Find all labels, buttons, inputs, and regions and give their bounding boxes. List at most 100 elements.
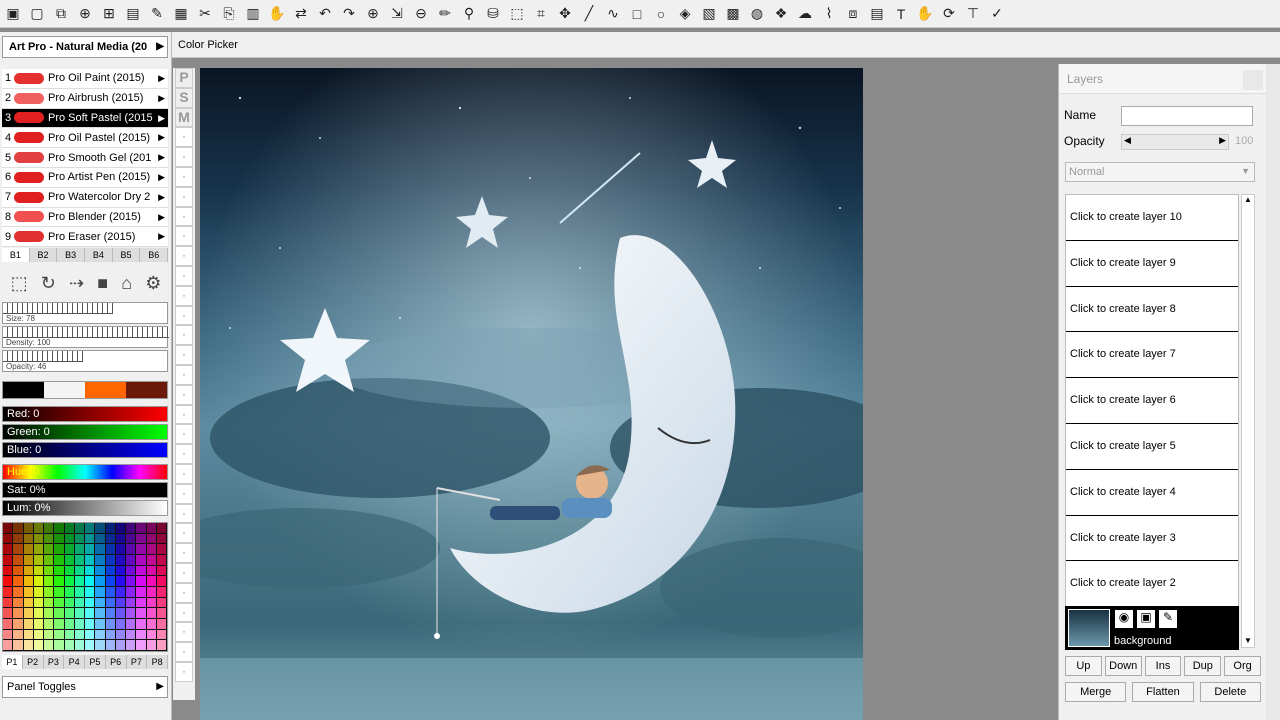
brush-preset-item[interactable]: 7 Pro Watercolor Dry 2 ▶ bbox=[2, 187, 168, 208]
palette-cell[interactable] bbox=[74, 608, 85, 619]
clipboard-icon[interactable]: ▥ bbox=[242, 3, 264, 25]
hand-icon[interactable]: ✋ bbox=[914, 3, 936, 25]
palette-cell[interactable] bbox=[64, 640, 75, 651]
layers-icon[interactable]: ▤ bbox=[866, 3, 888, 25]
palette-cell[interactable] bbox=[156, 523, 167, 534]
fill-icon[interactable]: ◈ bbox=[674, 3, 696, 25]
gradient-icon[interactable]: ▧ bbox=[698, 3, 720, 25]
palette-cell[interactable] bbox=[74, 587, 85, 598]
green-bar[interactable]: Green: 0 bbox=[2, 424, 168, 440]
warp-icon[interactable]: ⌇ bbox=[818, 3, 840, 25]
create-layer-item[interactable]: Click to create layer 6 bbox=[1066, 378, 1238, 424]
color-swatch[interactable] bbox=[126, 382, 167, 398]
palette-cell[interactable] bbox=[115, 544, 126, 555]
panel-toggles-button[interactable]: Panel Toggles ▶ bbox=[2, 676, 168, 698]
palette-cell[interactable] bbox=[44, 587, 55, 598]
crop-icon[interactable]: ⌗ bbox=[530, 3, 552, 25]
rotate-icon[interactable]: ⟳ bbox=[938, 3, 960, 25]
palette-cell[interactable] bbox=[105, 619, 116, 630]
palette-cell[interactable] bbox=[105, 565, 116, 577]
size-slider[interactable]: Size: 78 bbox=[2, 302, 168, 324]
brush-option-button[interactable]: · bbox=[175, 642, 193, 662]
palette-cell[interactable] bbox=[126, 619, 137, 630]
palette-cell[interactable] bbox=[105, 587, 116, 598]
palette-cell[interactable] bbox=[44, 523, 55, 534]
palette-cell[interactable] bbox=[13, 544, 24, 555]
palette-cell[interactable] bbox=[3, 544, 14, 555]
brush-option-button[interactable]: · bbox=[175, 523, 193, 544]
palette-cell[interactable] bbox=[115, 608, 126, 619]
palette-cell[interactable] bbox=[33, 555, 44, 566]
palette-cell[interactable] bbox=[74, 544, 85, 555]
palette-cell[interactable] bbox=[13, 523, 24, 534]
color-swatch[interactable] bbox=[85, 382, 126, 398]
lock-icon[interactable]: ⌂ bbox=[121, 273, 132, 294]
palette-cell[interactable] bbox=[33, 576, 44, 587]
palette-cell[interactable] bbox=[115, 576, 126, 587]
palette-cell[interactable] bbox=[126, 533, 137, 545]
hue-bar[interactable]: Hue: 0 bbox=[2, 464, 168, 480]
palette-tab[interactable]: P4 bbox=[64, 655, 85, 669]
zoom-out-icon[interactable]: ⊖ bbox=[410, 3, 432, 25]
brush-mode-letter[interactable]: P bbox=[175, 68, 193, 88]
palette-cell[interactable] bbox=[23, 576, 34, 587]
palette-cell[interactable] bbox=[95, 608, 106, 619]
settings-icon[interactable]: ✓ bbox=[986, 3, 1008, 25]
pattern-icon[interactable]: ❖ bbox=[770, 3, 792, 25]
palette-cell[interactable] bbox=[156, 597, 167, 609]
palette-cell[interactable] bbox=[33, 640, 44, 651]
zoom-in-icon[interactable]: ⊕ bbox=[362, 3, 384, 25]
palette-cell[interactable] bbox=[95, 587, 106, 598]
palette-cell[interactable] bbox=[95, 544, 106, 555]
brush-bank-tab[interactable]: B3 bbox=[57, 248, 86, 262]
palette-cell[interactable] bbox=[126, 629, 137, 641]
brush-option-button[interactable]: · bbox=[175, 384, 193, 405]
palette-cell[interactable] bbox=[23, 565, 34, 577]
select-rect-icon[interactable]: ⬚ bbox=[506, 3, 528, 25]
palette-cell[interactable] bbox=[146, 555, 157, 566]
palette-cell[interactable] bbox=[146, 576, 157, 587]
brush-bank-tab[interactable]: B1 bbox=[2, 248, 30, 262]
palette-cell[interactable] bbox=[44, 629, 55, 641]
eye-icon[interactable]: ◉ bbox=[1115, 610, 1133, 628]
palette-cell[interactable] bbox=[156, 587, 167, 598]
move-icon[interactable]: ✥ bbox=[554, 3, 576, 25]
palette-cell[interactable] bbox=[54, 608, 65, 619]
palette-cell[interactable] bbox=[74, 576, 85, 587]
copy2-icon[interactable]: ⎘ bbox=[218, 3, 240, 25]
palette-cell[interactable] bbox=[115, 565, 126, 577]
brush-option-button[interactable]: · bbox=[175, 661, 193, 682]
palette-cell[interactable] bbox=[136, 640, 147, 651]
create-layer-item[interactable]: Click to create layer 2 bbox=[1066, 561, 1238, 608]
brush-option-button[interactable]: · bbox=[175, 622, 193, 643]
color-swatch[interactable] bbox=[3, 382, 44, 398]
palette-cell[interactable] bbox=[23, 533, 34, 545]
palette-cell[interactable] bbox=[23, 523, 34, 534]
palette-cell[interactable] bbox=[23, 608, 34, 619]
brush-option-button[interactable]: · bbox=[175, 127, 193, 148]
mesh-icon[interactable]: ▩ bbox=[722, 3, 744, 25]
palette-cell[interactable] bbox=[44, 619, 55, 630]
brush-option-button[interactable]: · bbox=[175, 226, 193, 247]
palette-cell[interactable] bbox=[146, 640, 157, 651]
lum-bar[interactable]: Lum: 0% bbox=[2, 500, 168, 516]
image-icon[interactable]: ▦ bbox=[170, 3, 192, 25]
palette-cell[interactable] bbox=[85, 629, 96, 641]
palette-cell[interactable] bbox=[146, 565, 157, 577]
smudge-icon[interactable]: ☁ bbox=[794, 3, 816, 25]
palette-cell[interactable] bbox=[85, 587, 96, 598]
palette-cell[interactable] bbox=[136, 544, 147, 555]
scissors-icon[interactable]: ✂ bbox=[194, 3, 216, 25]
palette-cell[interactable] bbox=[3, 565, 14, 577]
brush-option-button[interactable]: · bbox=[175, 285, 193, 306]
palette-cell[interactable] bbox=[115, 619, 126, 630]
palette-cell[interactable] bbox=[115, 533, 126, 545]
square-icon[interactable]: ■ bbox=[97, 273, 108, 294]
brush-mode-letter[interactable]: S bbox=[175, 87, 193, 108]
palette-cell[interactable] bbox=[23, 544, 34, 555]
layer-dup-button[interactable]: Dup bbox=[1184, 656, 1222, 676]
brush-option-button[interactable]: · bbox=[175, 562, 193, 583]
palette-cell[interactable] bbox=[136, 629, 147, 641]
palette-cell[interactable] bbox=[156, 608, 167, 619]
arrow-pick-icon[interactable]: ⇢ bbox=[69, 273, 84, 294]
